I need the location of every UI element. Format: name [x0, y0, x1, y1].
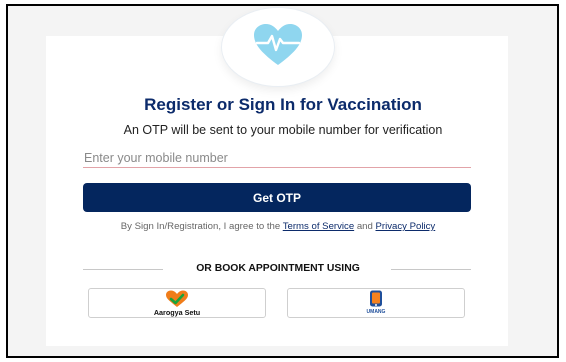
get-otp-button[interactable]: Get OTP	[83, 183, 471, 212]
umang-label: UMANG	[366, 309, 386, 315]
aarogya-setu-label: Aarogya Setu	[153, 308, 201, 317]
terms-prefix: By Sign In/Registration, I agree to the	[120, 221, 283, 232]
page-subtitle: An OTP will be sent to your mobile numbe…	[123, 123, 443, 137]
page-title: Register or Sign In for Vaccination	[144, 95, 422, 114]
privacy-policy-link[interactable]: Privacy Policy	[376, 221, 436, 232]
emblem	[222, 8, 334, 86]
alternatives-heading: OR BOOK APPOINTMENT USING	[196, 263, 360, 274]
terms-notice: By Sign In/Registration, I agree to the …	[100, 221, 456, 232]
aarogya-setu-button[interactable]: Aarogya Setu	[88, 288, 266, 318]
divider-right	[391, 269, 471, 270]
heart-pulse-icon	[254, 24, 302, 65]
terms-of-service-link[interactable]: Terms of Service	[283, 221, 354, 232]
umang-app-icon	[370, 290, 382, 307]
terms-middle: and	[354, 221, 376, 232]
heart-check-icon	[166, 290, 188, 307]
umang-button[interactable]: UMANG	[287, 288, 465, 318]
mobile-number-input[interactable]	[83, 148, 471, 168]
